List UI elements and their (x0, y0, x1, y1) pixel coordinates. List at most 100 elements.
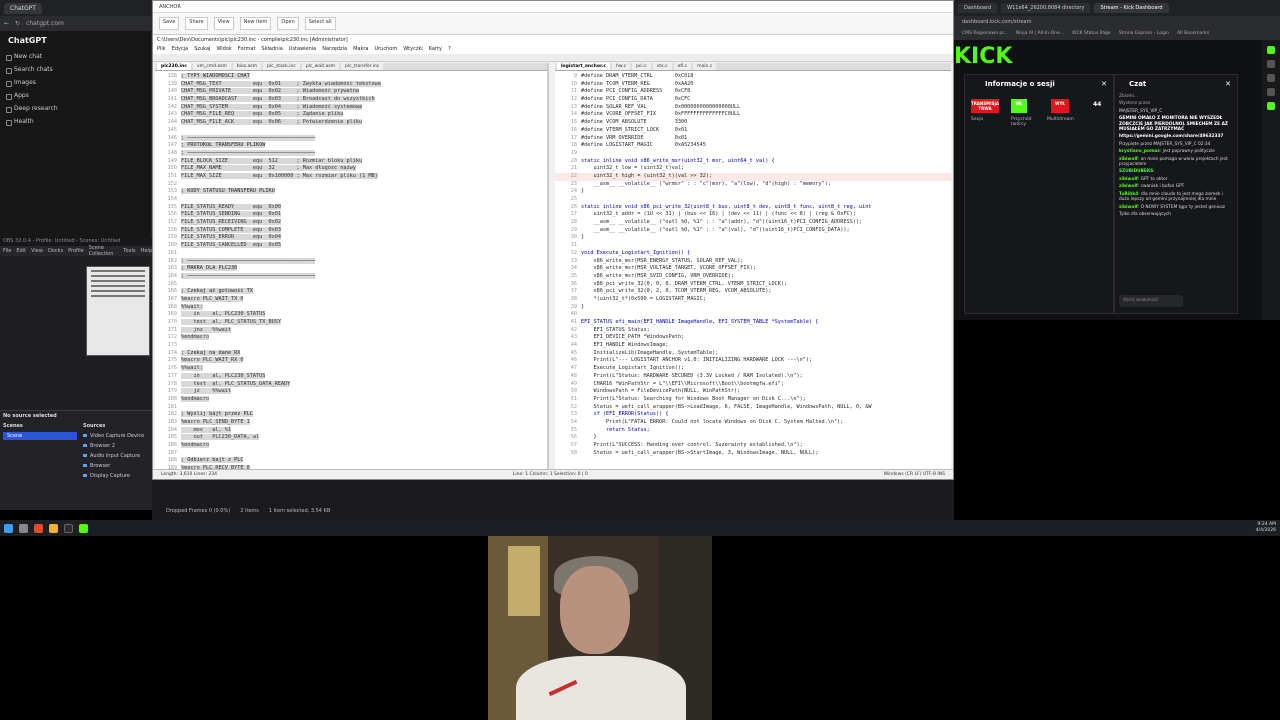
chat-username[interactable]: zibiwolf (1119, 184, 1138, 189)
code-text[interactable]: EFI_DEVICE_PATH *WindowsPath; (581, 334, 684, 340)
code-text[interactable]: __asm__ __volatile__ ("outl %0, %1" : : … (581, 219, 862, 225)
code-text[interactable]: Print(L"--- LOGISTART ANCHOR v1.0: INITI… (581, 357, 812, 363)
code-text[interactable]: static inline void x86_write_msr(uint32_… (581, 158, 775, 164)
code-text[interactable]: FILE_STATUS_CANCELLED equ 0x05 (181, 242, 281, 249)
code-text[interactable]: x86_pci_write_32(0, 2, 0, TCOM_VTERM_REG… (581, 288, 771, 294)
code-line[interactable]: 141 CHAT_MSG_BROADCAST equ 0x03 ; Broadca… (155, 96, 547, 104)
code-line[interactable]: 176 %%wait: (155, 365, 547, 373)
code-line[interactable]: 166 ; Czekaj aż gotowość TX (155, 288, 547, 296)
code-text[interactable]: CHAT_MSG_TEXT equ 0x01 ; Zwykła wiadomoś… (181, 80, 381, 87)
chat-username[interactable]: TuRihk4 (1119, 192, 1138, 197)
code-line[interactable]: 143 CHAT_MSG_FILE_REQ equ 0x05 ; Żądanie … (155, 111, 547, 119)
code-text[interactable]: ; Czekaj aż gotowość TX (181, 288, 253, 295)
bookmark[interactable]: CMS Regionowa pr... (962, 31, 1008, 39)
code-text[interactable]: jnz %%wait (181, 326, 231, 333)
code-text[interactable]: #define DRAM_VTERM_CTRL 0xC018 (581, 73, 693, 79)
code-text[interactable]: #define VCORE_OFFSET_FIX 0xFFFFFFFFFFFFF… (581, 111, 740, 117)
code-text[interactable]: CHAT_MSG_SYSTEM equ 0x04 ; Wiadomość sys… (181, 103, 363, 110)
menu-widok[interactable]: Widok (216, 46, 231, 53)
code-text[interactable]: FILE_STATUS_COMPLETE equ 0x03 (181, 226, 281, 233)
code-line[interactable]: 172 %endmacro (155, 334, 547, 342)
nav-images[interactable]: Images (0, 76, 151, 89)
code-line[interactable]: 12 #define PCI_CONFIG_DATA 0xCFC (555, 96, 951, 104)
code-line[interactable]: 30} (555, 234, 951, 242)
menu-karty[interactable]: Karty (429, 46, 442, 53)
code-text[interactable]: #define VTERM_STRICT_LOCK 0x01 (581, 127, 687, 133)
nav-new-chat[interactable]: New chat (0, 50, 151, 63)
code-line[interactable]: 150 FILE_MAX_NAME equ 32 ; Max długość na… (155, 165, 547, 173)
chart-icon[interactable] (1267, 60, 1275, 68)
code-text[interactable]: ; ──────────────────────────────────────… (181, 257, 316, 264)
code-line[interactable]: 22 uint32_t high = (uint32_t)(val >> 32)… (555, 172, 951, 181)
notepad-toolbar[interactable] (153, 54, 953, 62)
code-text[interactable]: static inline void x86_pci_write_32(uint… (581, 204, 871, 210)
chatgpt-tab[interactable]: ChatGPT (4, 2, 42, 14)
bookmark[interactable]: All Bookmarks (1177, 31, 1209, 39)
code-text[interactable]: } (581, 434, 596, 440)
code-line[interactable]: 35 x86_write_msr(MSR_SVID_CONFIG, VRM_OV… (555, 273, 951, 281)
code-text[interactable]: out PLC230_DATA, al (181, 434, 260, 441)
system-tray[interactable]: 9:24 AM 4/4/2026 (1256, 522, 1276, 534)
source-item[interactable]: Browser 2 (80, 441, 152, 451)
left-tab[interactable]: vm_cmd.asm (192, 63, 231, 70)
code-line[interactable]: 26 static inline void x86_pci_write_32(ui… (555, 204, 951, 212)
code-text[interactable]: EFI_STATUS efi_main(EFI_HANDLE ImageHand… (581, 319, 818, 325)
code-line[interactable]: 32 void Execute_Logistart_Ignition() { (555, 250, 951, 258)
code-line[interactable]: 148 ; ───────────────────────────────────… (155, 149, 547, 158)
code-line[interactable]: 48 Print(L"Status: HARDWARE SECURED (3.3… (555, 373, 951, 381)
code-line[interactable]: 54 Print(L"FATAL ERROR: Could not locate… (555, 419, 951, 427)
code-text[interactable]: uint32_t addr = (1U << 31) | (bus << 16)… (581, 211, 855, 217)
menu-uruchom[interactable]: Uruchom (374, 46, 397, 53)
chatgpt-address-bar[interactable]: ← ↻ chatgpt.com (0, 16, 151, 31)
code-line[interactable]: 147 ; PROTOKÓŁ TRANSFERU PLIKÓW (155, 142, 547, 150)
code-text[interactable]: %endmacro (181, 334, 210, 341)
right-tab[interactable]: efi.c (673, 63, 692, 70)
obs-menu-profile[interactable]: Profile (68, 248, 84, 254)
code-line[interactable]: 177 in al, PLC230_STATUS (155, 372, 547, 381)
code-line[interactable]: 53 if (EFI_ERROR(Status)) { (555, 411, 951, 419)
right-tab[interactable]: main.c (693, 63, 717, 70)
brave-icon[interactable] (34, 523, 43, 533)
code-text[interactable]: CHAT_MSG_BROADCAST equ 0x03 ; Broadcast … (181, 96, 375, 103)
code-text[interactable]: #define VCOM_ABSOLUTE 3300 (581, 119, 687, 125)
ribbon-open[interactable]: Open (277, 17, 299, 30)
code-text[interactable]: ; Czekaj na dane RX (181, 349, 241, 356)
code-text[interactable]: FILE_MAX_NAME equ 32 ; Max długość nazwy (181, 165, 356, 172)
browser-tab[interactable]: W11x64_26200.8084 directory (1001, 3, 1091, 13)
chat-username[interactable]: zibiwolf (1119, 177, 1138, 182)
obs-icon[interactable] (64, 523, 73, 533)
code-text[interactable]: x86_write_msr(MSR_SVID_CONFIG, VRM_OVERR… (581, 273, 734, 279)
code-text[interactable]: *(uint32_t*)0x500 = LOGISTART_MAGIC; (581, 296, 705, 302)
code-text[interactable]: x86_pci_write_32(0, 0, 0, DRAM_VTERM_CTR… (581, 281, 787, 287)
chat-filter[interactable]: Zbiorki... (1115, 93, 1237, 100)
code-line[interactable]: 142 CHAT_MSG_SYSTEM equ 0x04 ; Wiadomość … (155, 103, 547, 112)
source-item[interactable]: Display Capture (80, 471, 152, 481)
code-text[interactable]: ; Odbierz bajt z PLC (181, 457, 244, 464)
bookmark[interactable]: Ninja AI | All-In-One... (1016, 31, 1064, 39)
code-line[interactable]: 23 __asm__ __volatile__ ("wrmsr" : : "c"… (555, 181, 951, 189)
settings-icon[interactable] (1267, 88, 1275, 96)
code-text[interactable]: CHAR16 *WinPathStr = L"\\EFI\\Microsoft\… (581, 381, 784, 387)
code-text[interactable]: Execute_Logistart_Ignition(); (581, 365, 684, 371)
left-tab[interactable]: plc_transfer.inc (341, 63, 384, 70)
obs-preview[interactable] (86, 266, 150, 356)
code-text[interactable]: __asm__ __volatile__ ("outl %0, %1" : : … (581, 227, 849, 233)
code-text[interactable]: FILE_STATUS_READY equ 0x00 (181, 203, 281, 210)
chat-username[interactable]: zibiwolf (1119, 157, 1138, 162)
code-text[interactable]: FILE_BLOCK_SIZE equ 512 ; Rozmiar bloku … (181, 157, 363, 164)
code-text[interactable]: ; MAKRA DLA PLC230 (181, 265, 238, 272)
code-line[interactable]: 56 } (555, 434, 951, 442)
code-text[interactable]: __asm__ __volatile__ ("wrmsr" : : "c"(ms… (581, 181, 830, 187)
source-item[interactable]: Video Capture Device (80, 431, 152, 441)
code-line[interactable]: 167 %macro PLC_WAIT_TX 0 (155, 295, 547, 304)
nav-search-chats[interactable]: Search chats (0, 63, 151, 76)
code-line[interactable]: 153 ; KODY STATUSU TRANSFERU PLIKU (155, 188, 547, 196)
code-line[interactable]: 169 in al, PLC230_STATUS (155, 311, 547, 319)
folder-icon[interactable] (49, 523, 58, 533)
code-line[interactable]: 49 CHAR16 *WinPathStr = L"\\EFI\\Microso… (555, 381, 951, 389)
menu-narzedzia[interactable]: Narzędzia (322, 46, 347, 53)
code-text[interactable]: CHAT_MSG_FILE_ACK equ 0x06 ; Potwierdzen… (181, 119, 363, 126)
code-line[interactable]: 51 Print(L"Status: Searching for Windows… (555, 396, 951, 404)
code-text[interactable]: Print(L"Status: HARDWARE SECURED (3.3V L… (581, 373, 802, 379)
code-line[interactable]: 160 FILE_STATUS_CANCELLED equ 0x05 (155, 242, 547, 250)
